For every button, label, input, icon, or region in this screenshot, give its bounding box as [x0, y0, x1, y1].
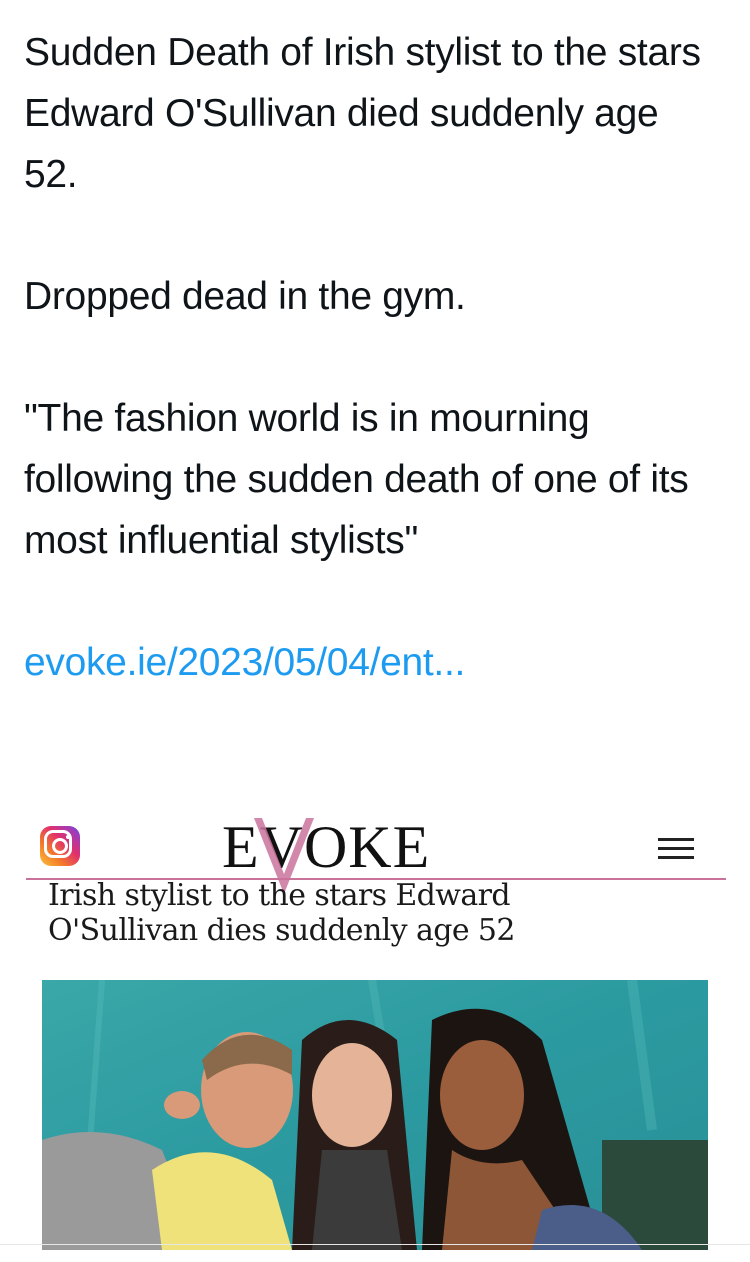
tweet-quote: "The fashion world is in mourning follow… — [24, 397, 689, 562]
divider — [0, 1244, 750, 1245]
tweet-line-1: Sudden Death of Irish stylist to the sta… — [24, 31, 701, 74]
article-photo[interactable] — [42, 980, 708, 1250]
tweet-body: Sudden Death of Irish stylist to the sta… — [24, 22, 724, 693]
tweet-link[interactable]: evoke.ie/2023/05/04/ent... — [24, 641, 465, 684]
article-headline[interactable]: Irish stylist to the stars Edward O'Sull… — [48, 878, 668, 948]
tweet-line-3: Dropped dead in the gym. — [24, 275, 466, 318]
link-preview-card[interactable]: EVOKE Irish stylist to the stars Edward … — [0, 770, 750, 1262]
instagram-icon[interactable] — [40, 826, 80, 866]
evoke-site-header: EVOKE — [26, 790, 726, 894]
hamburger-menu-icon[interactable] — [658, 838, 694, 860]
evoke-logo[interactable]: EVOKE — [222, 814, 430, 880]
article-photo-image — [42, 980, 708, 1250]
tweet-line-2: Edward O'Sullivan died suddenly age 52. — [24, 92, 659, 196]
